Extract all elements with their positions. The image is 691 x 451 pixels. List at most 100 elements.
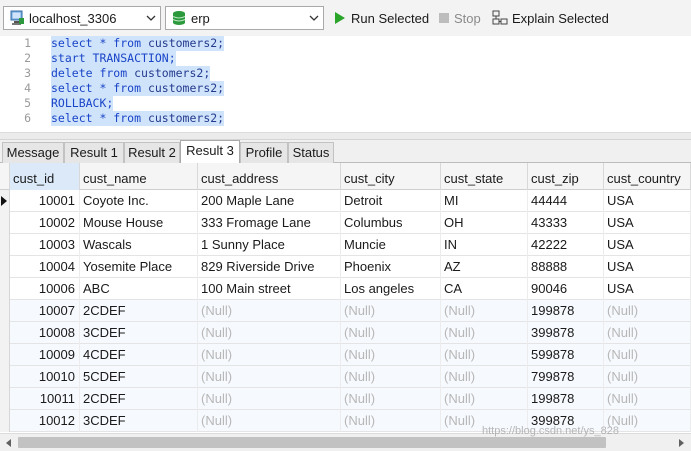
cell-cust-city[interactable]: Detroit	[341, 190, 441, 212]
cell-cust-state[interactable]: (Null)	[441, 366, 528, 388]
table-row[interactable]: 10011 2CDEF (Null) (Null) (Null) 199878 (Null)	[0, 388, 691, 410]
cell-cust-city[interactable]: (Null)	[341, 366, 441, 388]
cell-cust-city[interactable]: (Null)	[341, 300, 441, 322]
row-header[interactable]	[0, 256, 10, 278]
table-row[interactable]: 10003 Wascals 1 Sunny Place Muncie IN 42222 US…	[0, 234, 691, 256]
cell-cust-state[interactable]: AZ	[441, 256, 528, 278]
cell-cust-id[interactable]: 10001	[10, 190, 80, 212]
cell-cust-country[interactable]: (Null)	[604, 344, 691, 366]
column-header-cust-country[interactable]: cust_country	[604, 163, 691, 190]
cell-cust-name[interactable]: 3CDEF	[80, 410, 198, 432]
cell-cust-city[interactable]: Phoenix	[341, 256, 441, 278]
cell-cust-city[interactable]: Muncie	[341, 234, 441, 256]
cell-cust-state[interactable]: (Null)	[441, 322, 528, 344]
row-header[interactable]	[0, 344, 10, 366]
table-row[interactable]: 10002 Mouse House 333 Fromage Lane Columbus…	[0, 212, 691, 234]
cell-cust-state[interactable]: (Null)	[441, 300, 528, 322]
cell-cust-address[interactable]: (Null)	[198, 388, 341, 410]
cell-cust-name[interactable]: ABC	[80, 278, 198, 300]
cell-cust-country[interactable]: (Null)	[604, 300, 691, 322]
row-header[interactable]	[0, 278, 10, 300]
table-row[interactable]: 10006 ABC 100 Main street Los angeles CA 9004…	[0, 278, 691, 300]
cell-cust-zip[interactable]: 199878	[528, 388, 604, 410]
run-selected-button[interactable]: Run Selected	[333, 7, 429, 29]
table-row[interactable]: 10010 5CDEF (Null) (Null) (Null) 799878 (Null)	[0, 366, 691, 388]
cell-cust-id[interactable]: 10004	[10, 256, 80, 278]
cell-cust-name[interactable]: 3CDEF	[80, 322, 198, 344]
cell-cust-state[interactable]: IN	[441, 234, 528, 256]
cell-cust-name[interactable]: 2CDEF	[80, 300, 198, 322]
column-header-cust-id[interactable]: cust_id	[10, 163, 80, 190]
cell-cust-id[interactable]: 10008	[10, 322, 80, 344]
tab-result-2[interactable]: Result 2	[124, 142, 180, 163]
cell-cust-address[interactable]: 333 Fromage Lane	[198, 212, 341, 234]
scroll-left-icon[interactable]	[1, 434, 17, 451]
tab-result-3[interactable]: Result 3	[180, 140, 240, 164]
table-row[interactable]: 10004 Yosemite Place 829 Riverside Drive Ph…	[0, 256, 691, 278]
cell-cust-id[interactable]: 10006	[10, 278, 80, 300]
cell-cust-country[interactable]: USA	[604, 234, 691, 256]
cell-cust-address[interactable]: 200 Maple Lane	[198, 190, 341, 212]
scroll-right-icon[interactable]	[673, 434, 689, 451]
cell-cust-address[interactable]: (Null)	[198, 344, 341, 366]
row-header[interactable]	[0, 366, 10, 388]
cell-cust-name[interactable]: 2CDEF	[80, 388, 198, 410]
cell-cust-id[interactable]: 10011	[10, 388, 80, 410]
row-header[interactable]	[0, 190, 10, 212]
row-header[interactable]	[0, 410, 10, 432]
table-row[interactable]: 10009 4CDEF (Null) (Null) (Null) 599878 (Null)	[0, 344, 691, 366]
cell-cust-name[interactable]: Yosemite Place	[80, 256, 198, 278]
cell-cust-name[interactable]: 5CDEF	[80, 366, 198, 388]
column-header-cust-city[interactable]: cust_city	[341, 163, 441, 190]
table-row[interactable]: 10001 Coyote Inc. 200 Maple Lane Detroit MI 4…	[0, 190, 691, 212]
connection-select[interactable]: localhost_3306	[3, 6, 161, 30]
cell-cust-state[interactable]: (Null)	[441, 388, 528, 410]
cell-cust-zip[interactable]: 44444	[528, 190, 604, 212]
cell-cust-address[interactable]: 829 Riverside Drive	[198, 256, 341, 278]
column-header-cust-state[interactable]: cust_state	[441, 163, 528, 190]
table-row[interactable]: 10007 2CDEF (Null) (Null) (Null) 199878 (Null)	[0, 300, 691, 322]
cell-cust-name[interactable]: Mouse House	[80, 212, 198, 234]
cell-cust-zip[interactable]: 43333	[528, 212, 604, 234]
result-grid[interactable]: cust_id cust_name cust_address cust_city…	[0, 163, 691, 433]
sql-editor[interactable]: 1 select * from customers2; 2 start TRAN…	[0, 36, 691, 132]
cell-cust-city[interactable]: (Null)	[341, 388, 441, 410]
database-select[interactable]: erp	[165, 6, 324, 30]
cell-cust-country[interactable]: USA	[604, 278, 691, 300]
cell-cust-country[interactable]: USA	[604, 256, 691, 278]
row-header[interactable]	[0, 212, 10, 234]
cell-cust-city[interactable]: (Null)	[341, 410, 441, 432]
cell-cust-state[interactable]: CA	[441, 278, 528, 300]
cell-cust-country[interactable]: USA	[604, 190, 691, 212]
cell-cust-id[interactable]: 10010	[10, 366, 80, 388]
cell-cust-address[interactable]: (Null)	[198, 366, 341, 388]
cell-cust-name[interactable]: Coyote Inc.	[80, 190, 198, 212]
cell-cust-city[interactable]: (Null)	[341, 344, 441, 366]
tab-result-1[interactable]: Result 1	[64, 142, 124, 163]
cell-cust-zip[interactable]: 90046	[528, 278, 604, 300]
column-header-cust-zip[interactable]: cust_zip	[528, 163, 604, 190]
cell-cust-state[interactable]: OH	[441, 212, 528, 234]
cell-cust-address[interactable]: (Null)	[198, 410, 341, 432]
column-header-cust-address[interactable]: cust_address	[198, 163, 341, 190]
chevron-down-icon[interactable]	[142, 7, 160, 29]
cell-cust-state[interactable]: (Null)	[441, 344, 528, 366]
cell-cust-country[interactable]: (Null)	[604, 366, 691, 388]
cell-cust-zip[interactable]: 399878	[528, 322, 604, 344]
cell-cust-id[interactable]: 10007	[10, 300, 80, 322]
cell-cust-city[interactable]: Los angeles	[341, 278, 441, 300]
row-header[interactable]	[0, 322, 10, 344]
tab-profile[interactable]: Profile	[240, 142, 288, 163]
cell-cust-state[interactable]: MI	[441, 190, 528, 212]
pane-splitter[interactable]	[0, 132, 691, 140]
tab-message[interactable]: Message	[2, 142, 64, 163]
row-header[interactable]	[0, 300, 10, 322]
cell-cust-id[interactable]: 10012	[10, 410, 80, 432]
cell-cust-id[interactable]: 10003	[10, 234, 80, 256]
cell-cust-zip[interactable]: 42222	[528, 234, 604, 256]
cell-cust-address[interactable]: 1 Sunny Place	[198, 234, 341, 256]
cell-cust-country[interactable]: (Null)	[604, 388, 691, 410]
cell-cust-address[interactable]: 100 Main street	[198, 278, 341, 300]
cell-cust-city[interactable]: Columbus	[341, 212, 441, 234]
cell-cust-name[interactable]: 4CDEF	[80, 344, 198, 366]
